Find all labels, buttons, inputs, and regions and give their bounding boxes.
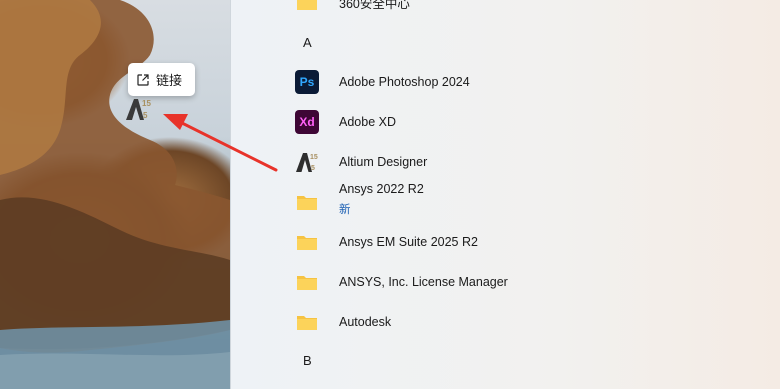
svg-text:5: 5 — [143, 111, 148, 120]
folder-icon — [297, 316, 317, 330]
folder-icon — [297, 276, 317, 290]
list-item-label: Ansys EM Suite 2025 R2 — [339, 235, 478, 249]
start-menu-all-apps: 360安全中心 A Ps Adobe Photoshop 2024 Xd Ado… — [230, 0, 780, 389]
folder-icon — [297, 196, 317, 210]
list-item-label: Altium Designer — [339, 155, 428, 169]
external-link-icon — [137, 73, 149, 86]
list-item-label: Ansys 2022 R2 — [339, 182, 424, 196]
altium-designer-icon[interactable]: 15 5 — [124, 96, 152, 122]
link-tooltip[interactable]: 链接 — [128, 63, 195, 96]
photoshop-icon: Ps — [295, 70, 319, 94]
svg-text:5: 5 — [311, 165, 315, 172]
folder-icon — [297, 0, 317, 10]
section-header-a[interactable]: A — [303, 35, 312, 50]
list-item-label: Autodesk — [339, 315, 392, 329]
folder-icon — [297, 236, 317, 250]
rock-landscape — [0, 0, 230, 389]
desktop-wallpaper — [0, 0, 230, 389]
svg-text:15: 15 — [142, 99, 151, 108]
list-item-label: Adobe Photoshop 2024 — [339, 75, 470, 89]
altium-designer-icon: 15 5 — [296, 153, 318, 172]
adobe-xd-icon: Xd — [295, 110, 319, 134]
new-badge: 新 — [339, 204, 351, 216]
list-item-label: ANSYS, Inc. License Manager — [339, 275, 508, 289]
link-tooltip-label: 链接 — [156, 73, 183, 88]
list-item-label: 360安全中心 — [339, 0, 410, 11]
section-header-b[interactable]: B — [303, 353, 312, 368]
svg-text:15: 15 — [310, 154, 318, 161]
list-item-label: Adobe XD — [339, 115, 396, 129]
